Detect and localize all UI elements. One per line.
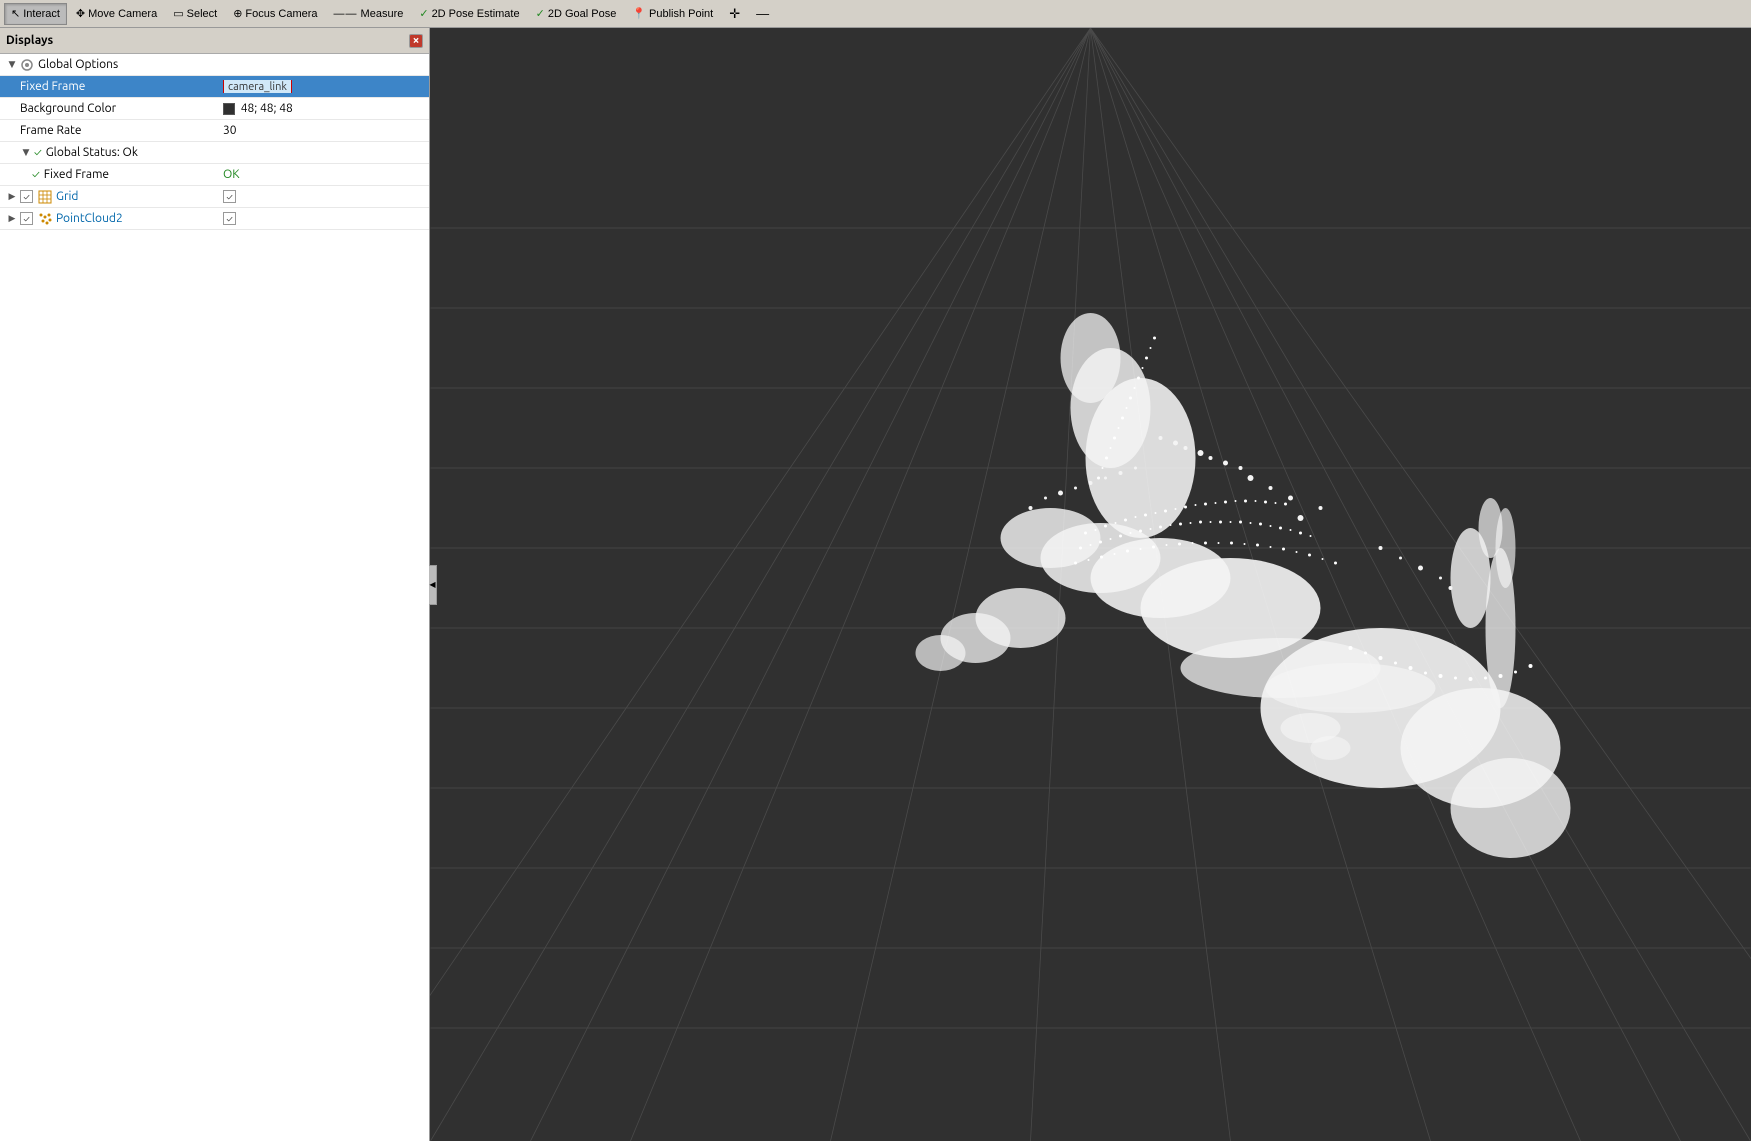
focus-camera-button[interactable]: ⊕ Focus Camera bbox=[226, 3, 324, 25]
grid-icon bbox=[38, 190, 52, 204]
expand-global-status-icon[interactable]: ▼ bbox=[20, 147, 32, 158]
interact-label: Interact bbox=[23, 8, 60, 20]
toolbar: ↖ Interact ✥ Move Camera ▭ Select ⊕ Focu… bbox=[0, 0, 1751, 28]
interact-icon: ↖ bbox=[11, 7, 20, 20]
fixed-frame-value[interactable]: camera_link bbox=[223, 80, 292, 93]
tree-row-global-status-fixed-frame[interactable]: ✓ Fixed Frame OK bbox=[0, 164, 429, 186]
tree-cell-name-global-status: ▼ ✓ Global Status: Ok bbox=[4, 146, 217, 159]
tree-cell-name-status-fixed-frame: ✓ Fixed Frame bbox=[4, 168, 217, 181]
status-fixed-frame-label: Fixed Frame bbox=[44, 168, 109, 181]
publish-point-button[interactable]: 📍 Publish Point bbox=[625, 3, 720, 25]
grid-value-checkbox[interactable]: ✓ bbox=[223, 190, 236, 203]
select-label: Select bbox=[187, 8, 218, 20]
expand-pointcloud2-icon[interactable]: ▶ bbox=[6, 213, 18, 224]
crosshair-button[interactable]: ✛ bbox=[722, 3, 747, 25]
color-swatch bbox=[223, 103, 235, 115]
tree-row-global-status[interactable]: ▼ ✓ Global Status: Ok bbox=[0, 142, 429, 164]
measure-button[interactable]: —— Measure bbox=[327, 3, 411, 25]
move-camera-label: Move Camera bbox=[88, 8, 157, 20]
tree-cell-value-pointcloud2: ✓ bbox=[217, 212, 429, 226]
measure-icon: —— bbox=[334, 8, 358, 20]
zoom-minus-icon: — bbox=[756, 6, 769, 21]
tree-cell-value-status-fixed-frame: OK bbox=[217, 168, 429, 181]
main-layout: Displays × ▼ Global Options bbox=[0, 28, 1751, 1141]
tree-cell-name-grid: ▶ ✓ Grid bbox=[4, 190, 217, 204]
tree-cell-name-global-options: ▼ Global Options bbox=[4, 58, 217, 72]
focus-camera-icon: ⊕ bbox=[233, 7, 242, 20]
3d-viewport[interactable] bbox=[430, 28, 1751, 1141]
tree-cell-name-fixed-frame: Fixed Frame bbox=[4, 80, 217, 93]
goal-pose-button[interactable]: ✓ 2D Goal Pose bbox=[529, 3, 624, 25]
tree-row-pointcloud2[interactable]: ▶ ✓ PointCloud2 ✓ bbox=[0, 208, 429, 230]
pose-estimate-button[interactable]: ✓ 2D Pose Estimate bbox=[412, 3, 526, 25]
displays-title: Displays bbox=[6, 34, 53, 47]
tree-row-background-color[interactable]: Background Color 48; 48; 48 bbox=[0, 98, 429, 120]
pointcloud2-checkbox[interactable]: ✓ bbox=[20, 212, 33, 225]
background-color-value: 48; 48; 48 bbox=[241, 102, 293, 115]
collapse-arrow-icon: ◀ bbox=[429, 580, 435, 589]
zoom-minus-button[interactable]: — bbox=[749, 3, 776, 25]
tree-row-fixed-frame[interactable]: Fixed Frame camera_link bbox=[0, 76, 429, 98]
fixed-frame-label: Fixed Frame bbox=[20, 80, 85, 93]
grid-label: Grid bbox=[56, 190, 78, 203]
displays-header: Displays × bbox=[0, 28, 429, 54]
expand-global-options-icon[interactable]: ▼ bbox=[6, 59, 18, 70]
global-options-icon bbox=[20, 58, 34, 72]
expand-grid-icon[interactable]: ▶ bbox=[6, 191, 18, 202]
goal-pose-label: 2D Goal Pose bbox=[548, 8, 616, 20]
pointcloud2-label: PointCloud2 bbox=[56, 212, 123, 225]
pointcloud-data bbox=[916, 313, 1571, 858]
measure-label: Measure bbox=[361, 8, 404, 20]
select-icon: ▭ bbox=[173, 7, 183, 20]
move-camera-button[interactable]: ✥ Move Camera bbox=[69, 3, 164, 25]
pointcloud-layer bbox=[430, 28, 1751, 1141]
tree-cell-name-background-color: Background Color bbox=[4, 102, 217, 115]
crosshair-icon: ✛ bbox=[729, 6, 740, 22]
global-status-label: Global Status: Ok bbox=[46, 146, 138, 159]
tree-cell-name-pointcloud2: ▶ ✓ PointCloud2 bbox=[4, 212, 217, 226]
pose-estimate-icon: ✓ bbox=[419, 7, 428, 20]
move-camera-icon: ✥ bbox=[76, 7, 85, 20]
publish-point-label: Publish Point bbox=[649, 8, 713, 20]
tree-cell-value-fixed-frame[interactable]: camera_link bbox=[217, 80, 429, 93]
tree-cell-value-background-color[interactable]: 48; 48; 48 bbox=[217, 102, 429, 115]
status-ok-value: OK bbox=[223, 168, 240, 181]
pose-estimate-label: 2D Pose Estimate bbox=[432, 8, 520, 20]
frame-rate-value: 30 bbox=[223, 124, 237, 137]
frame-rate-label: Frame Rate bbox=[20, 124, 81, 137]
pointcloud2-value-checkbox[interactable]: ✓ bbox=[223, 212, 236, 225]
status-fixed-frame-check-icon: ✓ bbox=[32, 169, 40, 181]
interact-button[interactable]: ↖ Interact bbox=[4, 3, 67, 25]
select-button[interactable]: ▭ Select bbox=[166, 3, 224, 25]
grid-checkbox[interactable]: ✓ bbox=[20, 190, 33, 203]
tree-cell-value-grid: ✓ bbox=[217, 190, 429, 204]
tree-row-frame-rate[interactable]: Frame Rate 30 bbox=[0, 120, 429, 142]
close-displays-button[interactable]: × bbox=[409, 34, 423, 48]
collapse-panel-button[interactable]: ◀ bbox=[429, 565, 437, 605]
tree-panel[interactable]: ▼ Global Options Fixed Frame camera_link bbox=[0, 54, 429, 1141]
tree-cell-name-frame-rate: Frame Rate bbox=[4, 124, 217, 137]
global-status-check-icon: ✓ bbox=[34, 147, 42, 159]
tree-cell-value-frame-rate[interactable]: 30 bbox=[217, 124, 429, 137]
focus-camera-label: Focus Camera bbox=[245, 8, 317, 20]
background-color-label: Background Color bbox=[20, 102, 116, 115]
tree-row-grid[interactable]: ▶ ✓ Grid ✓ bbox=[0, 186, 429, 208]
displays-panel: Displays × ▼ Global Options bbox=[0, 28, 430, 1141]
global-options-label: Global Options bbox=[38, 58, 118, 71]
pointcloud2-icon bbox=[38, 212, 52, 226]
publish-point-icon: 📍 bbox=[632, 7, 646, 20]
tree-row-global-options[interactable]: ▼ Global Options bbox=[0, 54, 429, 76]
goal-pose-icon: ✓ bbox=[536, 7, 545, 20]
